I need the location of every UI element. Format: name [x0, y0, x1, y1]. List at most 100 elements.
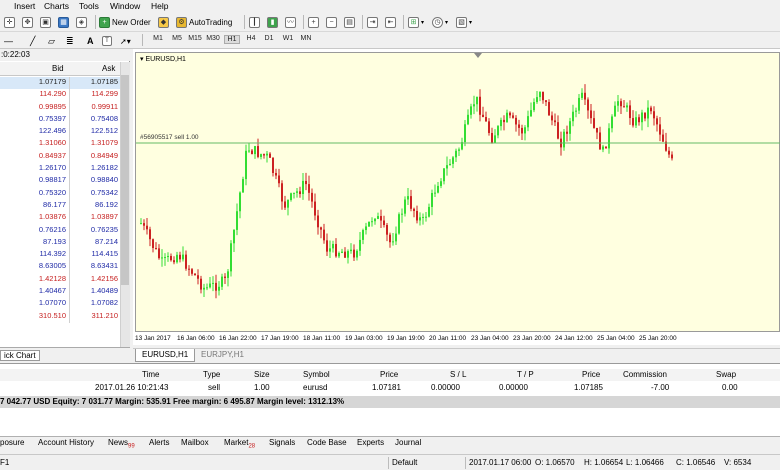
timeframe-m15[interactable]: M15	[187, 35, 203, 42]
tab-mailbox[interactable]: Mailbox	[181, 438, 209, 447]
candlestick-chart[interactable]	[136, 53, 780, 333]
profiles-icon[interactable]: ▦	[58, 15, 69, 29]
market-watch-row[interactable]: 0.75320 0.75342	[0, 187, 120, 200]
market-watch-row[interactable]: 1.07070 1.07082	[0, 298, 120, 311]
tab-market[interactable]: Market28	[224, 438, 255, 450]
tab-eurusd-h1[interactable]: EURUSD,H1	[135, 349, 196, 362]
timeframe-h4[interactable]: H4	[243, 35, 259, 42]
tab-news[interactable]: News99	[108, 438, 135, 450]
new-order-button[interactable]: + New Order	[99, 15, 151, 29]
col-ask[interactable]: Ask	[102, 64, 115, 73]
timeframe-w1[interactable]: W1	[280, 35, 296, 42]
market-watch-row[interactable]: 0.76216 0.76235	[0, 224, 120, 237]
menu-bar: Insert Charts Tools Window Help	[0, 0, 780, 12]
move-icon[interactable]: ✥	[22, 15, 33, 29]
hdr-symbol[interactable]: Symbol	[303, 370, 330, 379]
market-watch-row[interactable]: 1.31060 1.31079	[0, 138, 120, 151]
market-watch-row[interactable]: 0.98817 0.98840	[0, 175, 120, 188]
candle-body	[314, 201, 316, 216]
market-watch-row[interactable]: 1.03876 1.03897	[0, 212, 120, 225]
market-watch-row[interactable]: 0.99895 0.99911	[0, 101, 120, 114]
hdr-size[interactable]: Size	[254, 370, 270, 379]
market-watch-scroll-thumb[interactable]	[121, 75, 129, 285]
timeframe-m5[interactable]: M5	[169, 35, 185, 42]
market-watch-row[interactable]: 1.26170 1.26182	[0, 163, 120, 176]
hdr-price-current[interactable]: Price	[582, 370, 600, 379]
line-chart-icon[interactable]: 〰	[285, 15, 296, 29]
menu-window[interactable]: Window	[110, 1, 140, 11]
tab-experts[interactable]: Experts	[357, 438, 384, 447]
metaeditor-icon[interactable]: ◈	[76, 15, 87, 29]
hdr-commission[interactable]: Commission	[623, 370, 667, 379]
timeframe-h1[interactable]: H1	[224, 35, 240, 44]
market-watch-row[interactable]: 1.40467 1.40489	[0, 286, 120, 299]
fibonacci-icon[interactable]: ≣	[66, 34, 74, 48]
candle-body	[266, 153, 268, 156]
text-label-icon[interactable]: T	[102, 34, 112, 48]
tab-account-history[interactable]: Account History	[38, 438, 94, 447]
hdr-type[interactable]: Type	[203, 370, 220, 379]
tile-windows-icon[interactable]: ▤	[344, 15, 355, 29]
col-bid[interactable]: Bid	[52, 64, 64, 73]
zoom-in-icon[interactable]: +	[308, 15, 319, 29]
candle-body	[641, 112, 643, 123]
market-watch-row[interactable]: 114.392 114.415	[0, 249, 120, 262]
candle-body	[452, 157, 454, 164]
chart-shift-icon[interactable]: ⇥	[367, 15, 378, 29]
market-watch-row[interactable]: 310.510 311.210	[0, 310, 120, 323]
candle-body	[503, 119, 505, 123]
timeframe-m30[interactable]: M30	[205, 35, 221, 42]
market-watch-row[interactable]: 1.42128 1.42156	[0, 273, 120, 287]
zoom-out-icon[interactable]: −	[326, 15, 337, 29]
text-icon[interactable]: A	[87, 34, 94, 48]
channel-icon[interactable]: ▱	[48, 34, 55, 48]
tab-journal[interactable]: Journal	[395, 438, 421, 447]
tab-tick-chart[interactable]: ick Chart	[0, 350, 40, 361]
timeframe-d1[interactable]: D1	[261, 35, 277, 42]
crosshair-icon[interactable]: ✛	[4, 15, 15, 29]
market-watch-row[interactable]: 86.177 86.192	[0, 199, 120, 213]
tab-alerts[interactable]: Alerts	[149, 438, 169, 447]
timeframe-mn[interactable]: MN	[298, 35, 314, 42]
history-center-icon[interactable]: ◆	[158, 15, 169, 29]
market-watch-row[interactable]: 8.63005 8.63431	[0, 261, 120, 274]
market-watch-row[interactable]: 122.496 122.512	[0, 126, 120, 139]
hdr-time[interactable]: Time	[142, 370, 159, 379]
periods-icon[interactable]: ◷ ▾	[432, 15, 448, 29]
hdr-tp[interactable]: T / P	[517, 370, 534, 379]
trendline-icon[interactable]: ╱	[30, 34, 35, 48]
autotrading-button[interactable]: ⚙ AutoTrading	[176, 15, 232, 29]
arrows-icon[interactable]: ➚▾	[120, 34, 131, 48]
hdr-sl[interactable]: S / L	[450, 370, 466, 379]
market-watch-row[interactable]: 87.193 87.214	[0, 236, 120, 250]
candle-body	[488, 121, 490, 133]
timeframe-m1[interactable]: M1	[150, 35, 166, 42]
bar-chart-icon[interactable]: ┃	[249, 15, 260, 29]
menu-charts[interactable]: Charts	[44, 1, 69, 11]
candle-body	[227, 271, 229, 278]
tab-eurjpy-h1[interactable]: EURJPY,H1	[195, 349, 250, 362]
zoom-window-icon[interactable]: ▣	[40, 15, 51, 29]
tab-exposure[interactable]: posure	[0, 438, 24, 447]
market-watch-row[interactable]: 114.290 114.299	[0, 89, 120, 102]
table-row[interactable]: 2017.01.26 10:21:43 sell 1.00 eurusd 1.0…	[0, 382, 780, 394]
candlestick-icon[interactable]: ▮	[267, 15, 278, 29]
candle-body	[428, 206, 430, 217]
cursor-line-icon[interactable]: —	[4, 34, 13, 48]
templates-icon[interactable]: ▧ ▾	[456, 15, 472, 29]
tab-code-base[interactable]: Code Base	[307, 438, 347, 447]
menu-help[interactable]: Help	[151, 1, 168, 11]
candle-body	[299, 191, 301, 195]
autoscroll-icon[interactable]: ⇤	[385, 15, 396, 29]
market-watch-row[interactable]: 0.84937 0.84949	[0, 150, 120, 164]
hdr-price[interactable]: Price	[380, 370, 398, 379]
candle-body	[485, 117, 487, 122]
hdr-swap[interactable]: Swap	[716, 370, 736, 379]
indicators-icon[interactable]: ⊞ ▾	[408, 15, 424, 29]
market-watch-row[interactable]: 0.75397 0.75408	[0, 113, 120, 127]
chart-area[interactable]: ▾ EURUSD,H1 #56905517 sell 1.00	[135, 52, 780, 332]
market-watch-row[interactable]: 1.07179 1.07185	[0, 77, 120, 90]
menu-tools[interactable]: Tools	[79, 1, 99, 11]
menu-insert[interactable]: Insert	[14, 1, 35, 11]
tab-signals[interactable]: Signals	[269, 438, 295, 447]
